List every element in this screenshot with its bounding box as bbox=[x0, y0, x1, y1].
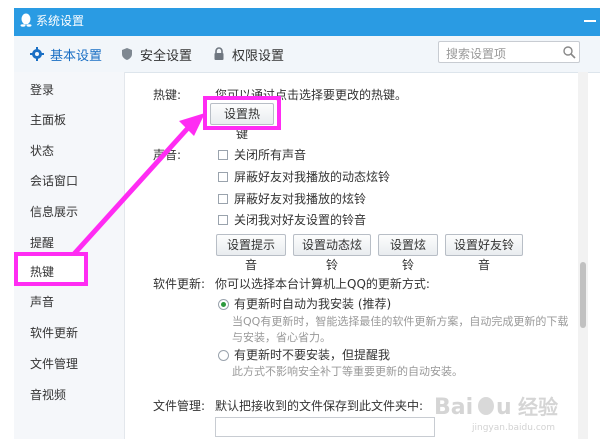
lock-icon bbox=[214, 47, 224, 60]
sidebar-item-main-panel[interactable]: 主面板 bbox=[30, 112, 66, 128]
svg-text:经验: 经验 bbox=[518, 395, 558, 419]
tab-label: 安全设置 bbox=[140, 48, 193, 64]
tab-permission-settings[interactable]: 权限设置 bbox=[212, 44, 284, 64]
sidebar-item-status[interactable]: 状态 bbox=[30, 143, 54, 159]
block-dynamic-ring-checkbox[interactable] bbox=[218, 172, 228, 182]
set-ring-button[interactable]: 设置炫铃 bbox=[378, 234, 438, 272]
shield-icon bbox=[122, 48, 132, 60]
set-friend-ringtone-button[interactable]: 设置好友铃音 bbox=[445, 234, 523, 272]
checkbox-label: 关闭我对好友设置的铃音 bbox=[234, 213, 367, 227]
sound-section-title: 声音: bbox=[153, 148, 182, 162]
tab-basic-settings[interactable]: 基本设置 bbox=[30, 44, 102, 64]
file-description: 默认把接收到的文件保存到此文件夹中: bbox=[215, 399, 424, 413]
set-notification-sound-button[interactable]: 设置提示音 bbox=[216, 234, 286, 272]
radio-label: 有更新时自动为我安装 (推荐) bbox=[234, 297, 392, 311]
auto-install-desc-line1: 当QQ有更新时，智能选择最佳的软件更新方案，自动完成更新的下载 bbox=[232, 315, 569, 328]
sidebar-item-software-update[interactable]: 软件更新 bbox=[30, 325, 78, 341]
sidebar-highlight-box bbox=[14, 252, 88, 286]
auto-install-desc-line2: 与安装，省心省力。 bbox=[232, 331, 331, 344]
button-highlight-box bbox=[203, 96, 281, 130]
qq-logo-icon bbox=[20, 13, 32, 27]
scrollbar-thumb[interactable] bbox=[580, 262, 586, 328]
auto-install-radio[interactable] bbox=[218, 299, 229, 310]
checkbox-label: 屏蔽好友对我播放的炫铃 bbox=[234, 192, 367, 206]
tab-label: 权限设置 bbox=[232, 48, 285, 64]
file-section-title: 文件管理: bbox=[153, 399, 206, 413]
file-path-input[interactable] bbox=[215, 417, 435, 437]
sidebar-item-sound[interactable]: 声音 bbox=[30, 294, 54, 310]
mute-all-checkbox[interactable] bbox=[218, 150, 228, 160]
search-placeholder: 搜索设置项 bbox=[446, 47, 507, 61]
baidu-jingyan-watermark: Bai u 经验 jingyan.baidu.com bbox=[434, 395, 558, 433]
sidebar-item-file-management[interactable]: 文件管理 bbox=[30, 356, 78, 372]
minimize-button[interactable] bbox=[584, 20, 596, 22]
sidebar-item-audio-video[interactable]: 音视频 bbox=[30, 387, 66, 403]
sidebar-item-reminder[interactable]: 提醒 bbox=[30, 235, 54, 251]
tab-security-settings[interactable]: 安全设置 bbox=[120, 44, 192, 64]
notify-only-radio[interactable] bbox=[218, 350, 229, 361]
radio-label: 有更新时不要安装，但提醒我 bbox=[234, 348, 391, 362]
update-section-title: 软件更新: bbox=[153, 277, 206, 291]
update-description: 你可以选择本台计算机上QQ的更新方式: bbox=[215, 277, 430, 291]
set-dynamic-ring-button[interactable]: 设置动态炫铃 bbox=[293, 234, 371, 272]
close-friend-ringtone-checkbox[interactable] bbox=[218, 215, 228, 225]
title-bar bbox=[14, 8, 600, 36]
sidebar-item-info-display[interactable]: 信息展示 bbox=[30, 204, 78, 220]
window-title: 系统设置 bbox=[36, 14, 85, 28]
checkbox-label: 关闭所有声音 bbox=[234, 148, 307, 162]
scrollbar[interactable] bbox=[578, 72, 588, 439]
gear-icon bbox=[30, 47, 44, 61]
tab-label: 基本设置 bbox=[50, 48, 103, 64]
sidebar-item-chat-window[interactable]: 会话窗口 bbox=[30, 173, 78, 189]
hotkey-section-title: 热键: bbox=[153, 88, 182, 102]
svg-text:u: u bbox=[496, 395, 512, 420]
notify-only-desc: 此方式不影响安全补丁等重要更新的自动安装。 bbox=[232, 365, 463, 378]
svg-text:Bai: Bai bbox=[434, 395, 473, 420]
sidebar-item-login[interactable]: 登录 bbox=[30, 82, 54, 98]
svg-text:jingyan.baidu.com: jingyan.baidu.com bbox=[471, 423, 555, 433]
search-icon[interactable] bbox=[562, 45, 576, 59]
block-ring-checkbox[interactable] bbox=[218, 194, 228, 204]
checkbox-label: 屏蔽好友对我播放的动态炫铃 bbox=[234, 170, 391, 184]
